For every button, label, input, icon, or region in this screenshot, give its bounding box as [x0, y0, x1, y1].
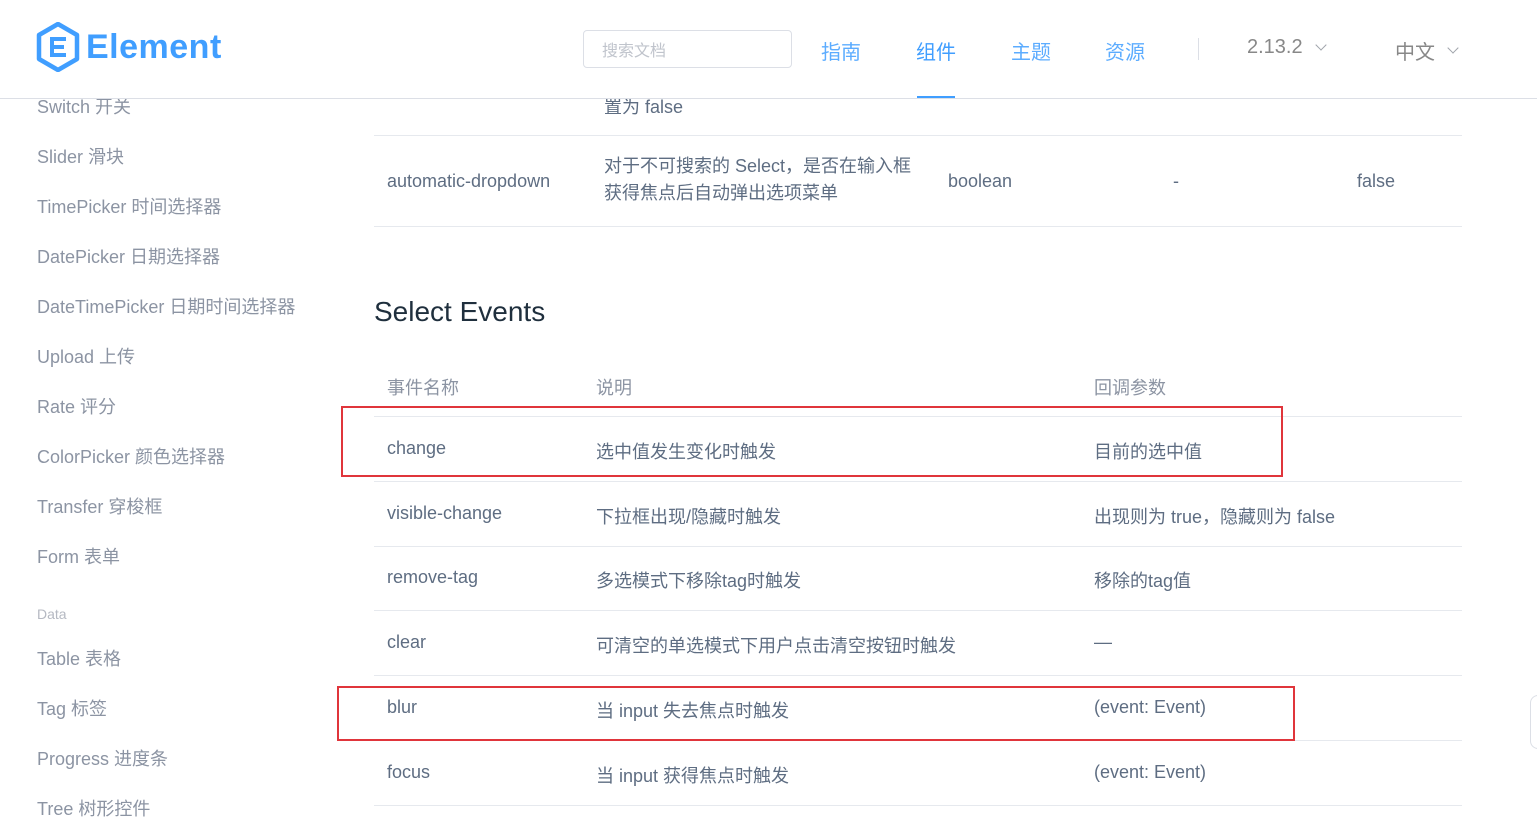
event-description: 当 input 获得焦点时触发: [596, 766, 790, 786]
sidebar-item-colorpicker[interactable]: ColorPicker 颜色选择器: [37, 443, 225, 469]
row-divider: [374, 805, 1462, 806]
sidebar-item-rate[interactable]: Rate 评分: [37, 393, 116, 419]
nav-divider: [1198, 38, 1199, 60]
sidebar-item-progress[interactable]: Progress 进度条: [37, 745, 168, 771]
event-name: clear: [387, 632, 427, 652]
column-header-name: 事件名称: [387, 378, 459, 398]
active-nav-indicator: [917, 96, 955, 98]
event-description: 多选模式下移除tag时触发: [596, 571, 802, 591]
attr-accepted: -: [1173, 171, 1179, 191]
element-logo[interactable]: Element: [36, 22, 222, 72]
chevron-down-icon: [1314, 38, 1327, 51]
sidebar-item-upload[interactable]: Upload 上传: [37, 343, 135, 369]
language-dropdown[interactable]: 中文: [1395, 36, 1459, 65]
attr-name: automatic-dropdown: [387, 171, 551, 191]
sidebar-item-tree[interactable]: Tree 树形控件: [37, 795, 150, 821]
sidebar-item-datetimepicker[interactable]: DateTimePicker 日期时间选择器: [37, 293, 295, 319]
language-label: 中文: [1395, 42, 1435, 64]
row-divider: [374, 546, 1462, 547]
event-name: focus: [387, 762, 431, 782]
nav-guide[interactable]: 指南: [821, 36, 861, 65]
version-dropdown[interactable]: 2.13.2: [1247, 36, 1327, 59]
top-header: Element 搜索文档 指南 组件 主题 资源 2.13.2 中文: [0, 0, 1537, 99]
event-params: —: [1094, 632, 1112, 652]
nav-resources[interactable]: 资源: [1105, 36, 1145, 65]
event-description: 可清空的单选模式下用户点击清空按钮时触发: [596, 636, 956, 656]
nav-components[interactable]: 组件: [916, 36, 956, 65]
sidebar-item-transfer[interactable]: Transfer 穿梭框: [37, 493, 162, 519]
element-hexagon-icon: [36, 22, 80, 72]
chevron-down-icon: [1447, 41, 1459, 54]
event-name: visible-change: [387, 503, 503, 523]
attr-default: false: [1357, 171, 1396, 191]
highlight-box-blur: [337, 686, 1295, 741]
sidebar-item-datepicker[interactable]: DatePicker 日期选择器: [37, 243, 220, 269]
sidebar-item-timepicker[interactable]: TimePicker 时间选择器: [37, 193, 221, 219]
highlight-box-change: [341, 406, 1283, 477]
sidebar-item-form[interactable]: Form 表单: [37, 543, 120, 569]
sidebar-item-slider[interactable]: Slider 滑块: [37, 143, 124, 169]
logo-text: Element: [86, 27, 222, 66]
sidebar-item-table[interactable]: Table 表格: [37, 645, 121, 671]
event-params: 出现则为 true，隐藏则为 false: [1094, 507, 1336, 527]
sidebar-item-tag[interactable]: Tag 标签: [37, 695, 107, 721]
event-description: 下拉框出现/隐藏时触发: [596, 507, 781, 527]
back-to-top-handle[interactable]: [1530, 695, 1537, 749]
column-header-description: 说明: [596, 378, 632, 398]
events-section-title: Select Events: [374, 296, 546, 327]
nav-theme[interactable]: 主题: [1011, 36, 1051, 65]
search-input[interactable]: 搜索文档: [583, 30, 792, 68]
row-divider: [374, 226, 1462, 227]
version-label: 2.13.2: [1247, 36, 1303, 58]
sidebar-group-label: Data: [37, 606, 67, 622]
row-divider: [374, 481, 1462, 482]
event-name: remove-tag: [387, 567, 479, 587]
attr-type: boolean: [948, 171, 1013, 191]
column-header-params: 回调参数: [1094, 378, 1166, 398]
row-divider: [374, 610, 1462, 611]
event-params: (event: Event): [1094, 762, 1207, 782]
row-divider: [374, 135, 1462, 136]
row-divider: [374, 675, 1462, 676]
attr-description: 对于不可搜索的 Select，是否在输入框获得焦点后自动弹出选项菜单: [604, 156, 912, 203]
event-params: 移除的tag值: [1094, 571, 1192, 591]
